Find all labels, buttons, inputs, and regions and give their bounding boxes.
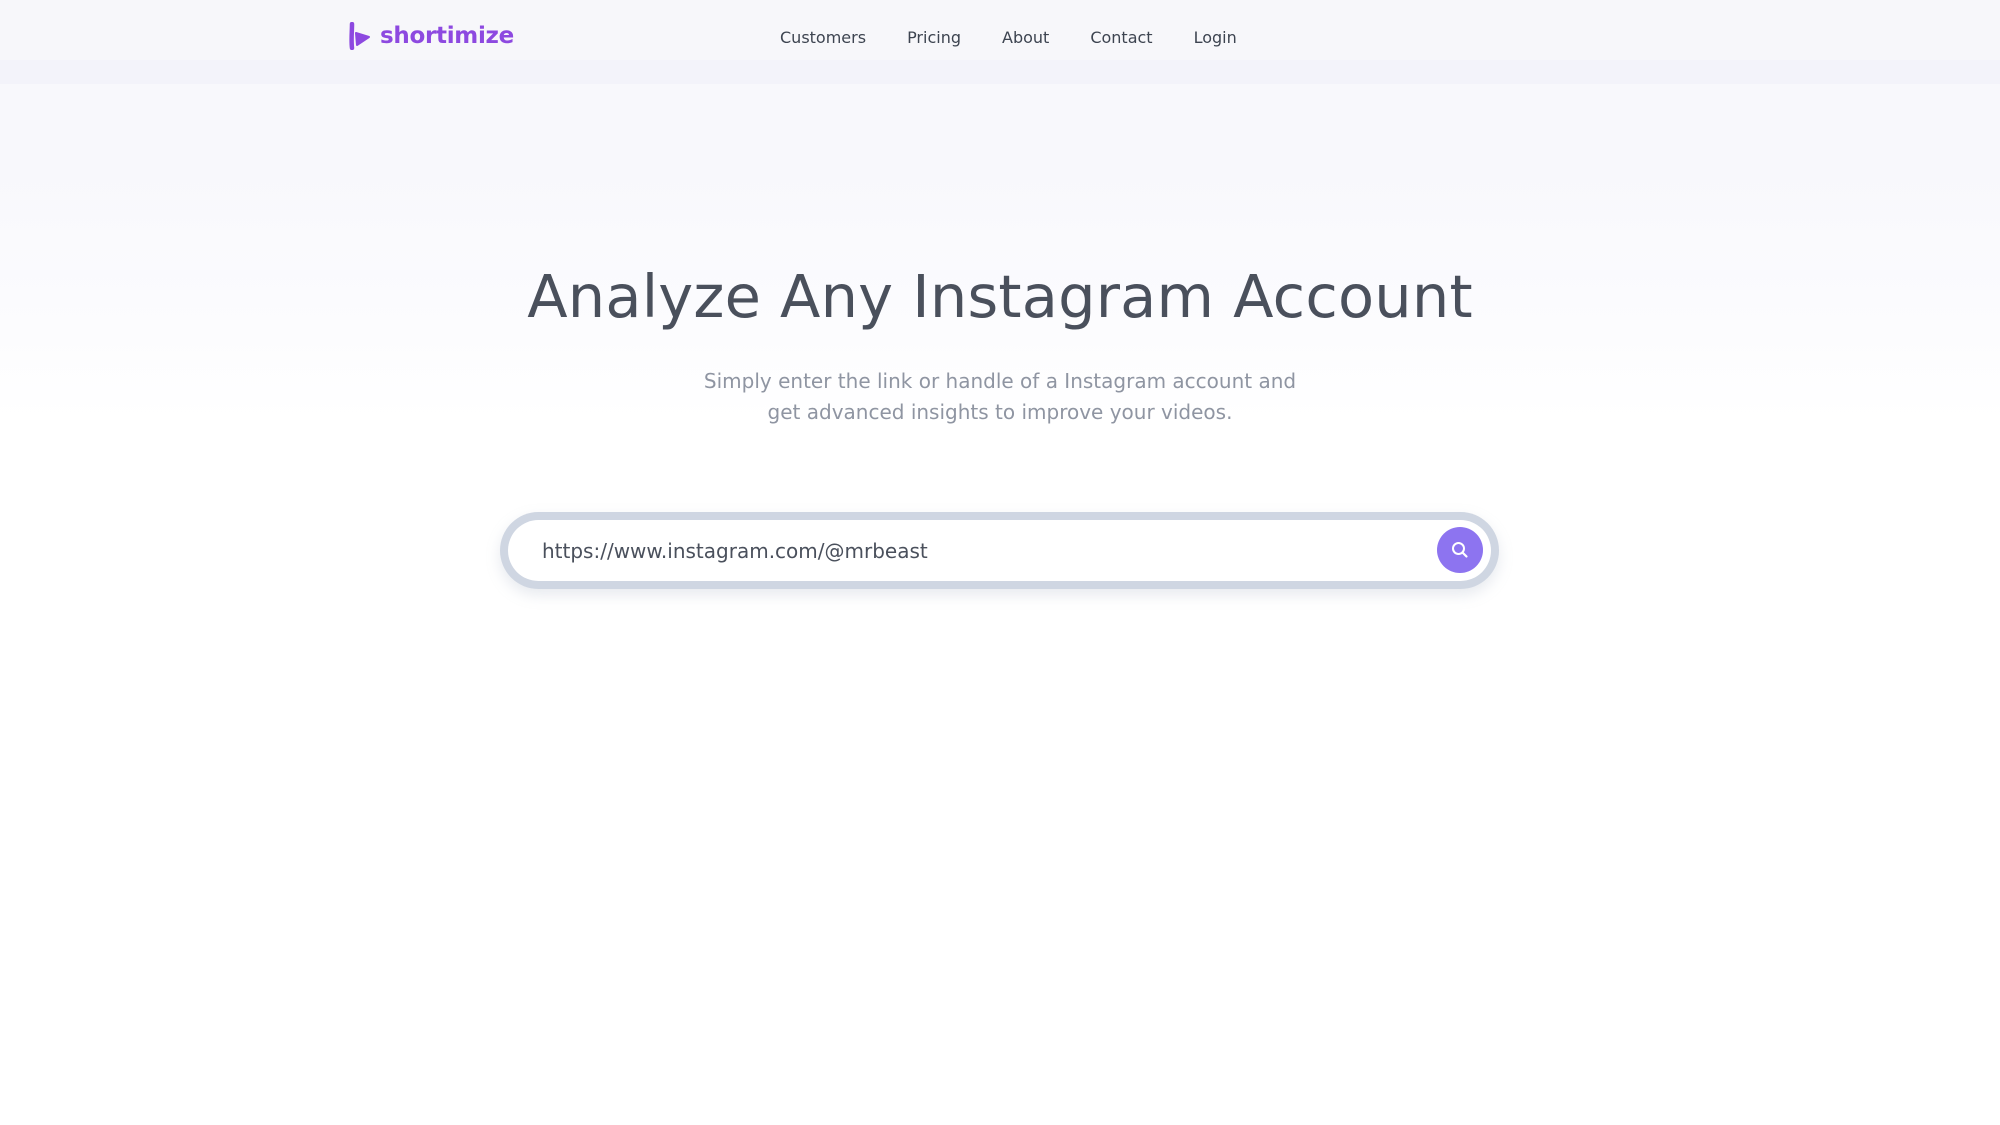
subtitle-line-2: get advanced insights to improve your vi… (767, 400, 1233, 424)
page-subtitle: Simply enter the link or handle of a Ins… (0, 366, 2000, 428)
search-icon (1452, 542, 1468, 558)
nav-pricing[interactable]: Pricing (907, 28, 961, 47)
account-url-input[interactable] (542, 520, 1402, 581)
page-title: Analyze Any Instagram Account (527, 262, 1473, 331)
nav-login[interactable]: Login (1194, 28, 1237, 47)
subtitle-line-1: Simply enter the link or handle of a Ins… (703, 369, 1297, 393)
search-field-container (508, 520, 1491, 581)
nav-customers[interactable]: Customers (780, 28, 866, 47)
brand-name: shortimize (380, 23, 514, 49)
nav-about[interactable]: About (1002, 28, 1049, 47)
search-bar (500, 512, 1499, 589)
header-band (0, 60, 2000, 84)
nav-contact[interactable]: Contact (1090, 28, 1152, 47)
search-button[interactable] (1437, 527, 1483, 573)
brand-logo[interactable]: shortimize (348, 22, 514, 50)
shortimize-logo-icon (349, 22, 370, 50)
main-nav: Customers Pricing About Contact Login (780, 28, 1237, 47)
